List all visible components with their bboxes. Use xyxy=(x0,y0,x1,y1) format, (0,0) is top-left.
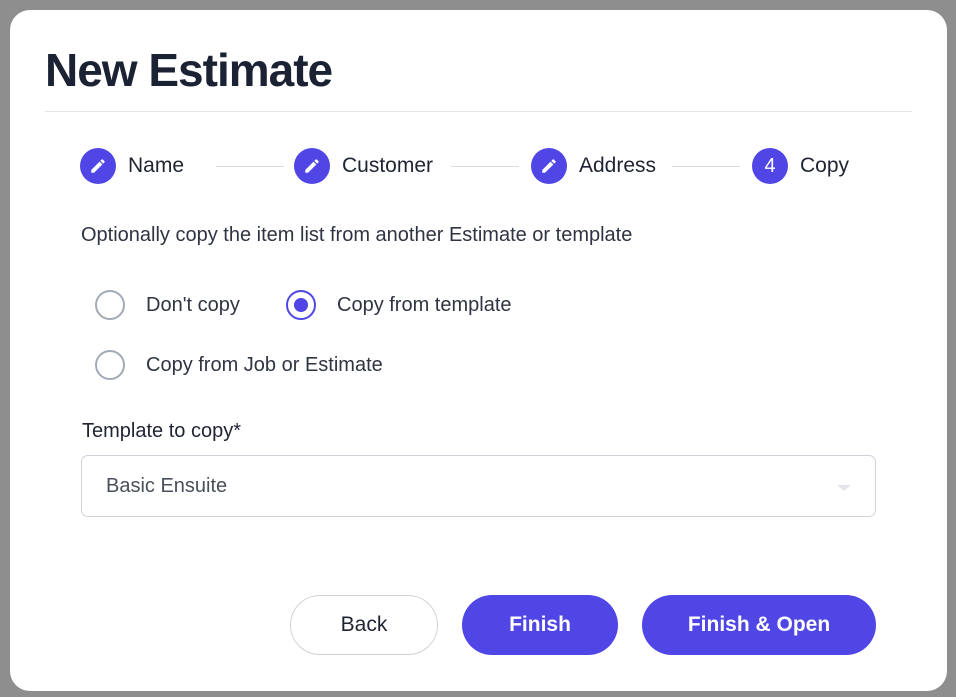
radio-button[interactable] xyxy=(95,350,125,380)
back-button[interactable]: Back xyxy=(290,595,438,655)
radio-button[interactable] xyxy=(286,290,316,320)
step-label: Address xyxy=(579,154,657,177)
copy-intro-text: Optionally copy the item list from anoth… xyxy=(81,224,633,246)
chevron-down-icon[interactable] xyxy=(837,485,851,491)
radio-label: Don't copy xyxy=(146,293,240,316)
step-label: Customer xyxy=(342,154,434,177)
finish-button[interactable]: Finish xyxy=(462,595,618,655)
radio-label: Copy from Job or Estimate xyxy=(146,353,383,376)
step-label: Copy xyxy=(800,154,850,177)
finish-and-open-button[interactable]: Finish & Open xyxy=(642,595,876,655)
template-select-value: Basic Ensuite xyxy=(106,475,228,497)
template-field-label: Template to copy* xyxy=(82,420,241,442)
radio-label: Copy from template xyxy=(337,293,512,316)
dialog-title: New Estimate xyxy=(45,44,333,96)
step-label: Name xyxy=(128,154,185,177)
pencil-icon xyxy=(80,148,116,184)
radio-dont-copy[interactable]: Don't copy xyxy=(95,290,240,320)
radio-copy-from-job-or-estimate[interactable]: Copy from Job or Estimate xyxy=(95,350,383,380)
step-connector xyxy=(216,166,284,167)
step-connector xyxy=(451,166,519,167)
step-customer[interactable]: Customer xyxy=(294,148,433,184)
radio-copy-from-template[interactable]: Copy from template xyxy=(286,290,512,320)
template-select[interactable]: Basic Ensuite xyxy=(81,455,876,517)
title-divider xyxy=(45,111,912,112)
step-connector xyxy=(672,166,740,167)
new-estimate-dialog: New Estimate Name Customer Address 4 Cop xyxy=(10,10,947,691)
radio-button[interactable] xyxy=(95,290,125,320)
pencil-icon xyxy=(531,148,567,184)
step-name[interactable]: Name xyxy=(80,148,184,184)
step-number-badge: 4 xyxy=(752,148,788,184)
step-address[interactable]: Address xyxy=(531,148,656,184)
step-copy[interactable]: 4 Copy xyxy=(752,148,849,184)
pencil-icon xyxy=(294,148,330,184)
stepper: Name Customer Address 4 Copy xyxy=(80,148,885,184)
